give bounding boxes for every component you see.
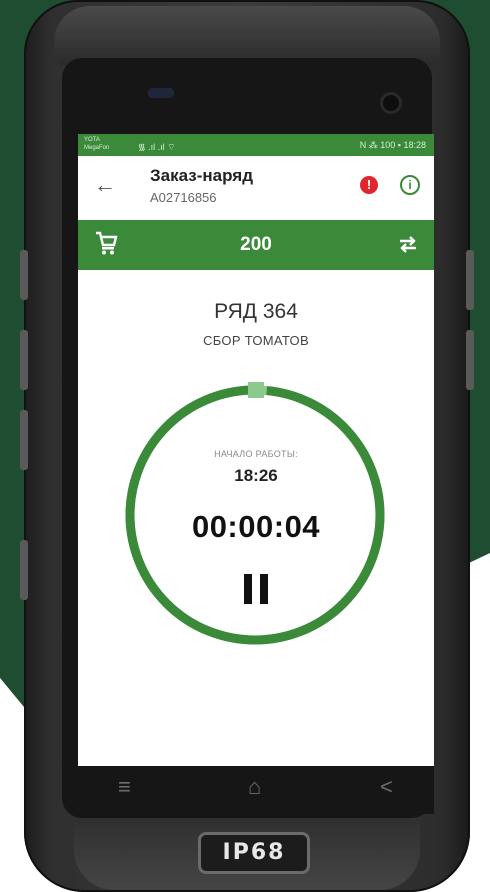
system-nav-bar: ≡ ⌂ < (78, 766, 434, 814)
front-camera-icon (380, 92, 402, 114)
side-button-right-upper (466, 250, 474, 310)
phone-top-bumper (54, 6, 440, 66)
menu-icon[interactable]: ≡ (118, 774, 131, 800)
app-bar: ← Заказ-наряд A02716856 ! i (78, 156, 434, 212)
side-button-middle (20, 330, 28, 390)
alert-icon[interactable]: ! (360, 176, 378, 194)
task-subtitle: СБОР ТОМАТОВ (203, 333, 309, 348)
nav-back-icon[interactable]: < (380, 774, 393, 800)
swap-arrows-icon[interactable] (396, 232, 420, 256)
quantity-count: 200 (240, 234, 272, 255)
home-icon[interactable]: ⌂ (248, 774, 261, 800)
elapsed-timer: 00:00:04 (191, 509, 321, 544)
earpiece-speaker (148, 88, 174, 98)
carrier-label: YOTA MegaFon (84, 137, 110, 151)
side-button-right-lower (466, 330, 474, 390)
start-work-label: НАЧАЛО РАБОТЫ: (214, 449, 298, 459)
pause-bar-right (260, 574, 268, 604)
info-icon[interactable]: i (400, 175, 420, 195)
signal-icons: ᯾ .ıl .ıl ⌔ (138, 142, 176, 152)
status-bar: YOTA MegaFon ᯾ .ıl .ıl ⌔ N ⁂ 100 ▪ 18:28 (78, 134, 434, 156)
back-arrow-icon[interactable]: ← (94, 172, 116, 198)
phone-screen: YOTA MegaFon ᯾ .ıl .ıl ⌔ N ⁂ 100 ▪ 18:28… (78, 134, 434, 766)
start-time: 18:26 (234, 466, 278, 485)
ring-marker (248, 382, 264, 398)
pause-button[interactable] (244, 574, 268, 604)
action-bar: 200 (78, 220, 434, 270)
order-number: A02716856 (150, 190, 217, 205)
ip68-badge: IP68 (198, 832, 310, 874)
page-title: Заказ-наряд (150, 166, 253, 185)
row-title: РЯД 364 (214, 300, 298, 323)
side-button-bottom (20, 540, 28, 600)
status-right: N ⁂ 100 ▪ 18:28 (359, 140, 426, 150)
pause-bar-left (244, 574, 252, 604)
side-button-lower (20, 410, 28, 470)
side-button-upper (20, 250, 28, 300)
